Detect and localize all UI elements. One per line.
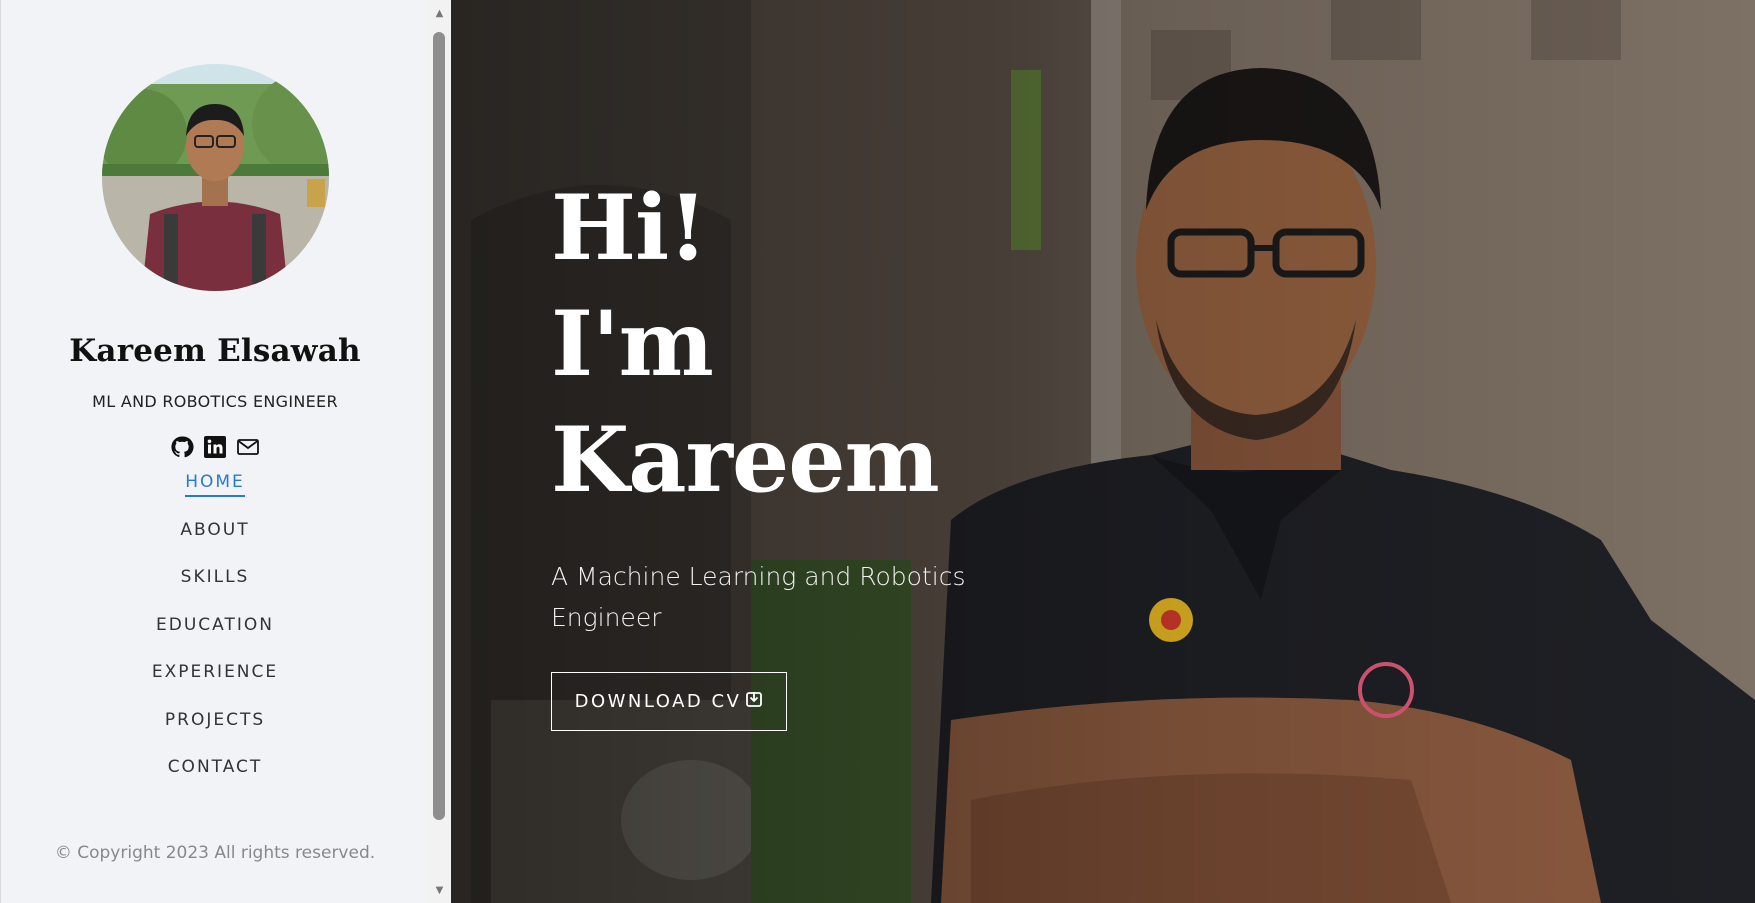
github-icon[interactable] <box>169 434 195 460</box>
nav-link-skills[interactable]: SKILLS <box>181 567 250 590</box>
nav-item-experience: EXPERIENCE <box>1 662 429 710</box>
nav-link-contact[interactable]: CONTACT <box>168 757 263 780</box>
main-nav: HOME ABOUT SKILLS EDUCATION EXPERIENCE P… <box>1 472 429 805</box>
hero-line-im: I'm <box>551 291 714 397</box>
nav-link-experience[interactable]: EXPERIENCE <box>152 662 278 685</box>
hero-heading: Hi! I'm Kareem A Machine Learning and Ro… <box>551 170 1011 638</box>
sidebar: Kareem Elsawah ML AND ROBOTICS ENGINEER … <box>0 0 428 903</box>
sidebar-scrollbar[interactable]: ▲ ▼ <box>428 0 451 903</box>
social-links <box>1 434 429 460</box>
profile-role: ML AND ROBOTICS ENGINEER <box>92 392 338 411</box>
download-cv-button[interactable]: DOWNLOAD CV <box>551 672 787 731</box>
copyright-text: © Copyright 2023 All rights reserved. <box>54 843 376 863</box>
nav-item-home: HOME <box>1 472 429 520</box>
download-cv-label: DOWNLOAD CV <box>574 691 742 712</box>
scroll-thumb[interactable] <box>433 32 445 820</box>
download-icon <box>745 690 763 713</box>
linkedin-icon[interactable] <box>202 434 228 460</box>
nav-link-home[interactable]: HOME <box>185 472 245 497</box>
profile-avatar <box>102 64 329 291</box>
hero-section: Hi! I'm Kareem A Machine Learning and Ro… <box>451 0 1755 903</box>
nav-link-projects[interactable]: PROJECTS <box>165 710 265 733</box>
profile-name: Kareem Elsawah <box>69 333 361 369</box>
nav-item-education: EDUCATION <box>1 615 429 663</box>
nav-item-contact: CONTACT <box>1 757 429 805</box>
nav-item-skills: SKILLS <box>1 567 429 615</box>
nav-link-education[interactable]: EDUCATION <box>156 615 274 638</box>
hero-line-name: Kareem <box>551 407 940 513</box>
scroll-down-arrow-icon[interactable]: ▼ <box>428 881 451 899</box>
scroll-up-arrow-icon[interactable]: ▲ <box>428 4 451 22</box>
hero-tagline: A Machine Learning and Robotics Engineer <box>551 562 966 632</box>
nav-item-projects: PROJECTS <box>1 710 429 758</box>
nav-link-about[interactable]: ABOUT <box>180 520 249 543</box>
nav-item-about: ABOUT <box>1 520 429 568</box>
mail-icon[interactable] <box>235 434 261 460</box>
hero-line-hi: Hi! <box>551 175 708 281</box>
